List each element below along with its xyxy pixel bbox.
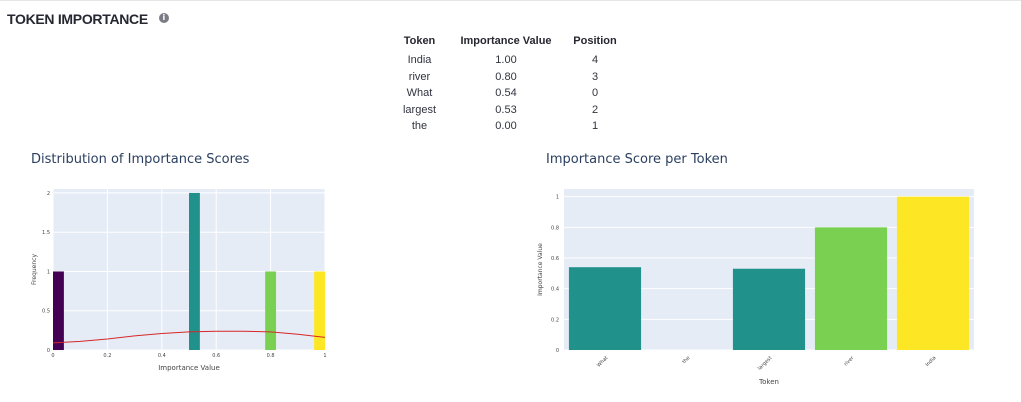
bar-chart-y-tick-label: 1 [556,195,559,201]
histogram-x-tick-label: 0 [51,353,54,359]
histogram-y-tick-label: 2 [47,191,50,197]
bar-chart-x-tick-label: What [596,355,610,369]
bar-chart-x-tick-label: the [681,355,691,365]
histogram-bar [314,271,325,350]
token-bar [568,267,642,350]
histogram-bar [189,192,200,350]
bar-chart-y-tick-label: 0.8 [551,225,559,231]
histogram-x-axis-label: Importance Value [158,364,220,372]
histogram-bar [265,271,277,350]
bar-chart-y-tick-label: 0 [556,348,559,354]
token-bar [814,227,888,350]
histogram-x-tick-label: 1 [323,353,326,359]
histogram-x-tick-label: 0.2 [103,353,111,359]
histogram-x-tick-label: 0.4 [158,353,166,359]
bar-chart-y-axis-label: Importance Value [537,243,544,296]
histogram-bar [53,271,64,350]
bar-chart-x-tick-label: largest [757,355,773,371]
histogram-y-axis-label: Frequency [31,254,38,285]
histogram-y-tick-label: 0.5 [42,309,50,315]
histogram-x-tick-label: 0.8 [267,353,275,359]
histogram-y-tick-label: 1.5 [42,230,50,236]
histogram-y-tick-label: 1 [47,269,50,275]
histogram-chart: 0 0.5 1 1.5 2 0 0.2 0.4 0.6 0.8 1 Importance Value F… [31,189,974,386]
token-bar [732,268,806,350]
bar-chart-x-axis-label: Token [758,378,779,386]
bar-chart-y-tick-label: 0.6 [551,256,559,262]
histogram-x-tick-label: 0.6 [212,353,220,359]
bar-chart-x-tick-label: river [843,355,856,368]
bar-chart-x-tick-label: India [924,355,937,368]
bar-chart-y-tick-label: 0.4 [551,287,559,293]
token-bar [896,196,970,350]
bar-chart-y-tick-label: 0.2 [551,317,559,323]
histogram-y-tick-label: 0 [47,348,50,354]
